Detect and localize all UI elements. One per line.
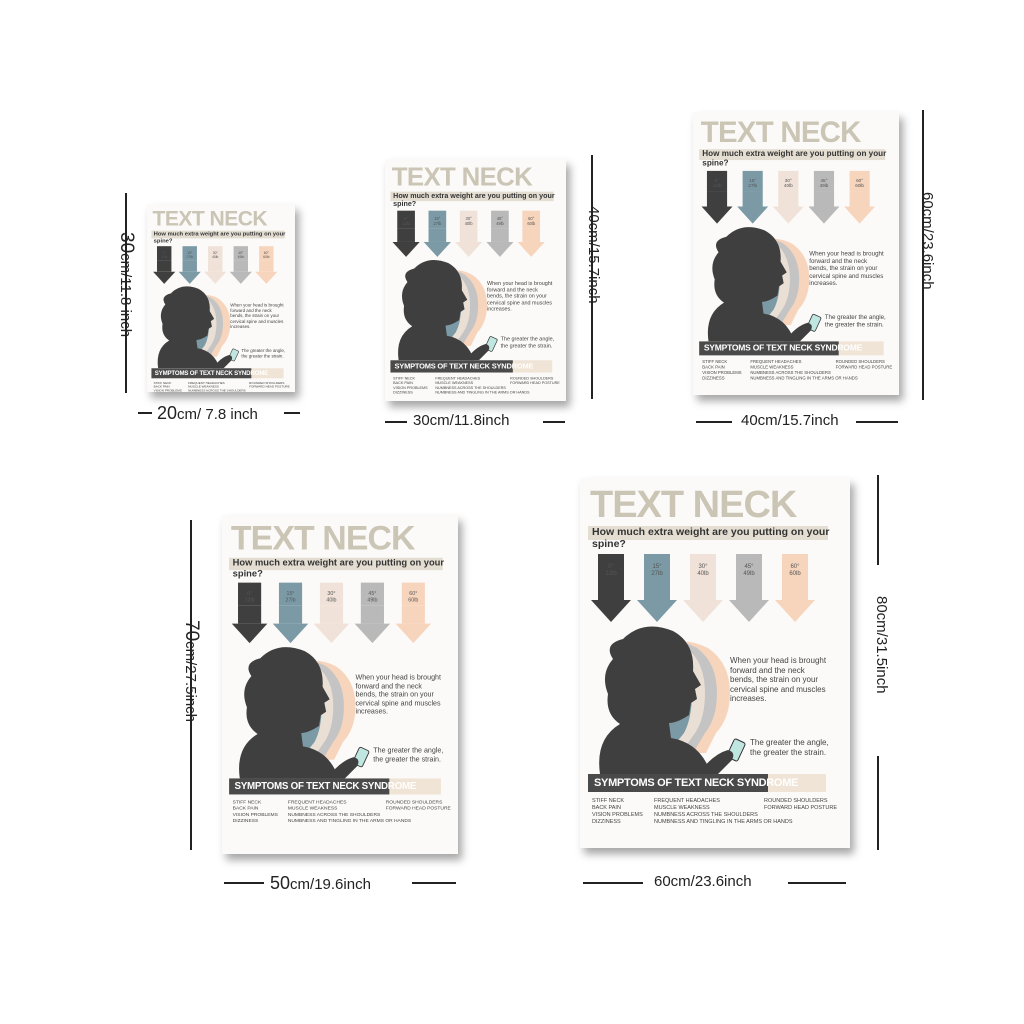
silhouette-image — [157, 286, 239, 369]
symptom-list-3: ROUNDED SHOULDERS FORWARD HEAD POSTURE — [510, 376, 560, 386]
poster-40x60: TEXT NECK How much extra weight are you … — [693, 112, 899, 395]
width-line-50x70-left — [224, 882, 264, 884]
angle-note: The greater the angle, the greater the s… — [373, 746, 444, 763]
angle-note: The greater the angle, the greater the s… — [824, 313, 886, 328]
width-label-50x70: 50cm/19.6inch — [270, 873, 371, 893]
poster-content: TEXT NECK How much extra weight are you … — [222, 515, 458, 832]
symptoms-title: SYMPTOMS OF TEXT NECK SYNDROME — [394, 362, 534, 371]
angle-note: The greater the angle, the greater the s… — [241, 348, 286, 359]
poster-content: TEXT NECK How much extra weight are you … — [385, 159, 566, 401]
angle-note: The greater the angle, the greater the s… — [500, 335, 555, 349]
width-line-30x40-left — [385, 421, 407, 423]
width-line-60x80-left — [583, 882, 643, 884]
symptoms-title: SYMPTOMS OF TEXT NECK SYNDROME — [154, 369, 269, 377]
symptom-list-1: STIFF NECKBACK PAINVISION PROBLEMSDIZZIN… — [153, 381, 182, 392]
width-line-30x40-right — [543, 421, 565, 423]
symptom-list-3: ROUNDED SHOULDERS FORWARD HEAD POSTURE — [385, 799, 451, 812]
poster-30x40: TEXT NECK How much extra weight are you … — [385, 159, 566, 401]
symptom-list-3: ROUNDED SHOULDERS FORWARD HEAD POSTURE — [249, 381, 290, 389]
symptom-list-1: STIFF NECKBACK PAINVISION PROBLEMSDIZZIN… — [232, 799, 278, 824]
symptoms-title: SYMPTOMS OF TEXT NECK SYNDROME — [594, 777, 799, 789]
height-label-30x40: 40cm/15.7inch — [585, 206, 602, 304]
symptoms-title: SYMPTOMS OF TEXT NECK SYNDROME — [703, 343, 863, 354]
height-label-20x30: 30cm/11.8 inch — [116, 232, 137, 338]
strain-explanation: When your head is brought forward and th… — [355, 673, 441, 716]
width-label-40x60: 40cm/15.7inch — [741, 412, 839, 429]
strain-explanation: When your head is brought forward and th… — [230, 302, 284, 329]
symptom-list-3: ROUNDED SHOULDERS FORWARD HEAD POSTURE — [835, 360, 893, 371]
symptoms-title: SYMPTOMS OF TEXT NECK SYNDROME — [234, 781, 417, 792]
symptom-list-3: ROUNDED SHOULDERS FORWARD HEAD POSTURE — [764, 798, 838, 811]
symptom-list-1: STIFF NECKBACK PAINVISION PROBLEMSDIZZIN… — [702, 360, 742, 381]
symptom-list-1: STIFF NECKBACK PAINVISION PROBLEMSDIZZIN… — [592, 798, 643, 825]
height-label-50x70: 70cm/27.5inch — [181, 620, 202, 723]
height-line-60x80-lower — [877, 756, 879, 850]
symptom-list-1: STIFF NECKBACK PAINVISION PROBLEMSDIZZIN… — [393, 376, 428, 395]
strain-explanation: When your head is brought forward and th… — [730, 656, 827, 703]
width-label-60x80: 60cm/23.6inch — [654, 873, 752, 890]
width-line-20x30-left — [138, 412, 152, 414]
height-label-40x60: 60cm/23.6inch — [919, 192, 936, 290]
width-label-20x30: 20cm/ 7.8 inch — [157, 403, 258, 423]
poster-20x30: TEXT NECK How much extra weight are you … — [147, 204, 295, 392]
width-line-40x60-right — [856, 421, 898, 423]
width-line-40x60-left — [696, 421, 732, 423]
width-line-50x70-right — [412, 882, 456, 884]
width-label-30x40: 30cm/11.8inch — [413, 412, 510, 429]
width-line-60x80-right — [788, 882, 846, 884]
poster-content: TEXT NECK How much extra weight are you … — [580, 478, 846, 834]
poster-60x80: TEXT NECK How much extra weight are you … — [580, 478, 850, 848]
angle-note: The greater the angle, the greater the s… — [750, 738, 829, 757]
poster-content: TEXT NECK How much extra weight are you … — [693, 112, 899, 388]
height-label-60x80: 80cm/31.5inch — [873, 596, 890, 694]
height-line-60x80 — [877, 475, 879, 565]
poster-content: TEXT NECK How much extra weight are you … — [147, 204, 295, 392]
width-line-20x30-right — [284, 412, 300, 414]
strain-explanation: When your head is brought forward and th… — [487, 280, 553, 312]
strain-explanation: When your head is brought forward and th… — [809, 249, 884, 287]
poster-50x70: TEXT NECK How much extra weight are you … — [222, 515, 458, 854]
